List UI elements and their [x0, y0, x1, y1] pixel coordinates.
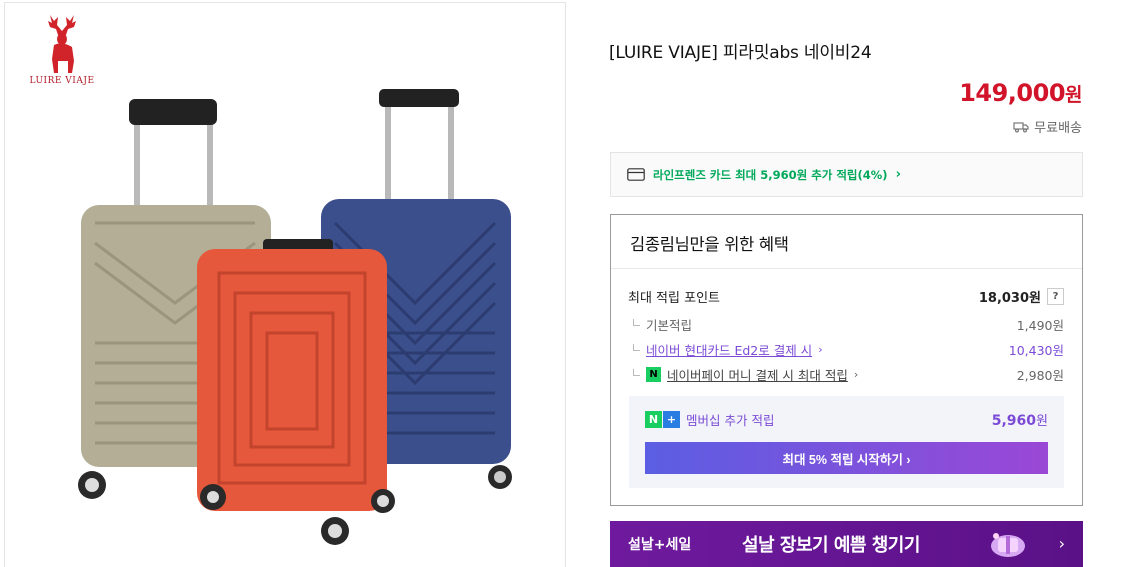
naverpay-icon: N [646, 367, 661, 382]
chevron-right-icon: › [853, 368, 859, 381]
basic-points-row: 기본적립 1,490원 [633, 315, 1064, 334]
benefit-title: 김종림님만을 위한 혜택 [630, 235, 789, 254]
chevron-right-icon: › [818, 343, 823, 356]
hyundai-card-row[interactable]: 네이버 현대카드 Ed2로 결제 시 › 10,430원 [633, 340, 1064, 359]
membership-row: N + 멤버십 추가 적립 5,960원 [645, 410, 1048, 429]
naverpay-money-label[interactable]: 네이버페이 머니 결제 시 최대 적립 [667, 365, 848, 384]
tree-branch-icon [633, 318, 640, 326]
basic-points-label: 기본적립 [646, 318, 693, 333]
tree-branch-icon [633, 343, 640, 351]
max-points-row: 최대 적립 포인트 18,030원 ? [628, 287, 1064, 306]
membership-section: N + 멤버십 추가 적립 5,960원 최대 5% 적립 시작하기 › [629, 396, 1064, 488]
brand-logo-text: LUIRE VIAJE [29, 76, 95, 86]
max-points-value: 18,030원 [978, 291, 1041, 306]
membership-left: N + 멤버십 추가 적립 [645, 410, 774, 429]
membership-value-number: 5,960 [991, 413, 1037, 429]
naverpay-money-row[interactable]: N 네이버페이 머니 결제 시 최대 적립 › 2,980원 [633, 365, 1064, 384]
basic-points-value: 1,490원 [1016, 318, 1064, 333]
help-icon[interactable]: ? [1047, 288, 1064, 305]
product-price: 149,000원 [959, 79, 1082, 107]
price-value: 149,000 [959, 79, 1066, 107]
max-points-label: 최대 적립 포인트 [628, 291, 720, 306]
naverpay-money-left: N 네이버페이 머니 결제 시 최대 적립 › [633, 365, 858, 384]
tree-branch-icon [633, 368, 640, 376]
brand-logo: LUIRE VIAJE [27, 13, 97, 93]
max-points-value-wrap: 18,030원 ? [979, 287, 1064, 306]
hyundai-card-left: 네이버 현대카드 Ed2로 결제 시 › [633, 340, 823, 359]
card-promo-text: 라인프렌즈 카드 최대 5,960원 추가 적립(4%) [653, 167, 888, 182]
promo-text: 설날 장보기 예쁨 챙기기 [742, 535, 920, 556]
gift-illustration-icon [991, 533, 1025, 557]
start-membership-button[interactable]: 최대 5% 적립 시작하기 › [645, 442, 1048, 474]
naver-n-icon: N [645, 411, 662, 428]
hyundai-card-value: 10,430원 [1008, 343, 1064, 358]
deer-logo-icon [48, 15, 76, 73]
truck-icon [1013, 121, 1029, 133]
chevron-right-icon: › [895, 167, 901, 182]
credit-card-icon [627, 168, 645, 181]
plus-icon: + [663, 411, 680, 428]
basic-points-left: 기본적립 [633, 315, 692, 334]
naverpay-money-value: 2,980원 [1016, 368, 1064, 383]
membership-label: 멤버십 추가 적립 [686, 413, 775, 428]
naver-plus-icon: N + [645, 411, 680, 428]
hyundai-card-label[interactable]: 네이버 현대카드 Ed2로 결제 시 [646, 340, 812, 359]
shipping-info: 무료배송 [1013, 117, 1082, 136]
benefit-box: 김종림님만을 위한 혜택 최대 적립 포인트 18,030원 ? 기본적립 1,… [610, 214, 1083, 506]
card-promo-banner[interactable]: 라인프렌즈 카드 최대 5,960원 추가 적립(4%) › [610, 152, 1083, 197]
membership-value-unit: 원 [1036, 414, 1048, 429]
chevron-right-icon: › [1058, 534, 1065, 553]
shipping-text: 무료배송 [1034, 121, 1082, 136]
price-unit: 원 [1065, 84, 1082, 106]
product-image-panel: LUIRE VIAJE [4, 2, 566, 567]
product-title: [LUIRE VIAJE] 피라밋abs 네이비24 [609, 43, 872, 63]
promo-tag: 설날+세일 [628, 537, 692, 553]
membership-value: 5,960원 [992, 410, 1048, 429]
product-info-panel: [LUIRE VIAJE] 피라밋abs 네이비24 149,000원 무료배송… [566, 0, 1126, 567]
divider [611, 268, 1082, 269]
promo-banner[interactable]: 설날+세일 설날 장보기 예쁨 챙기기 › [610, 521, 1083, 567]
